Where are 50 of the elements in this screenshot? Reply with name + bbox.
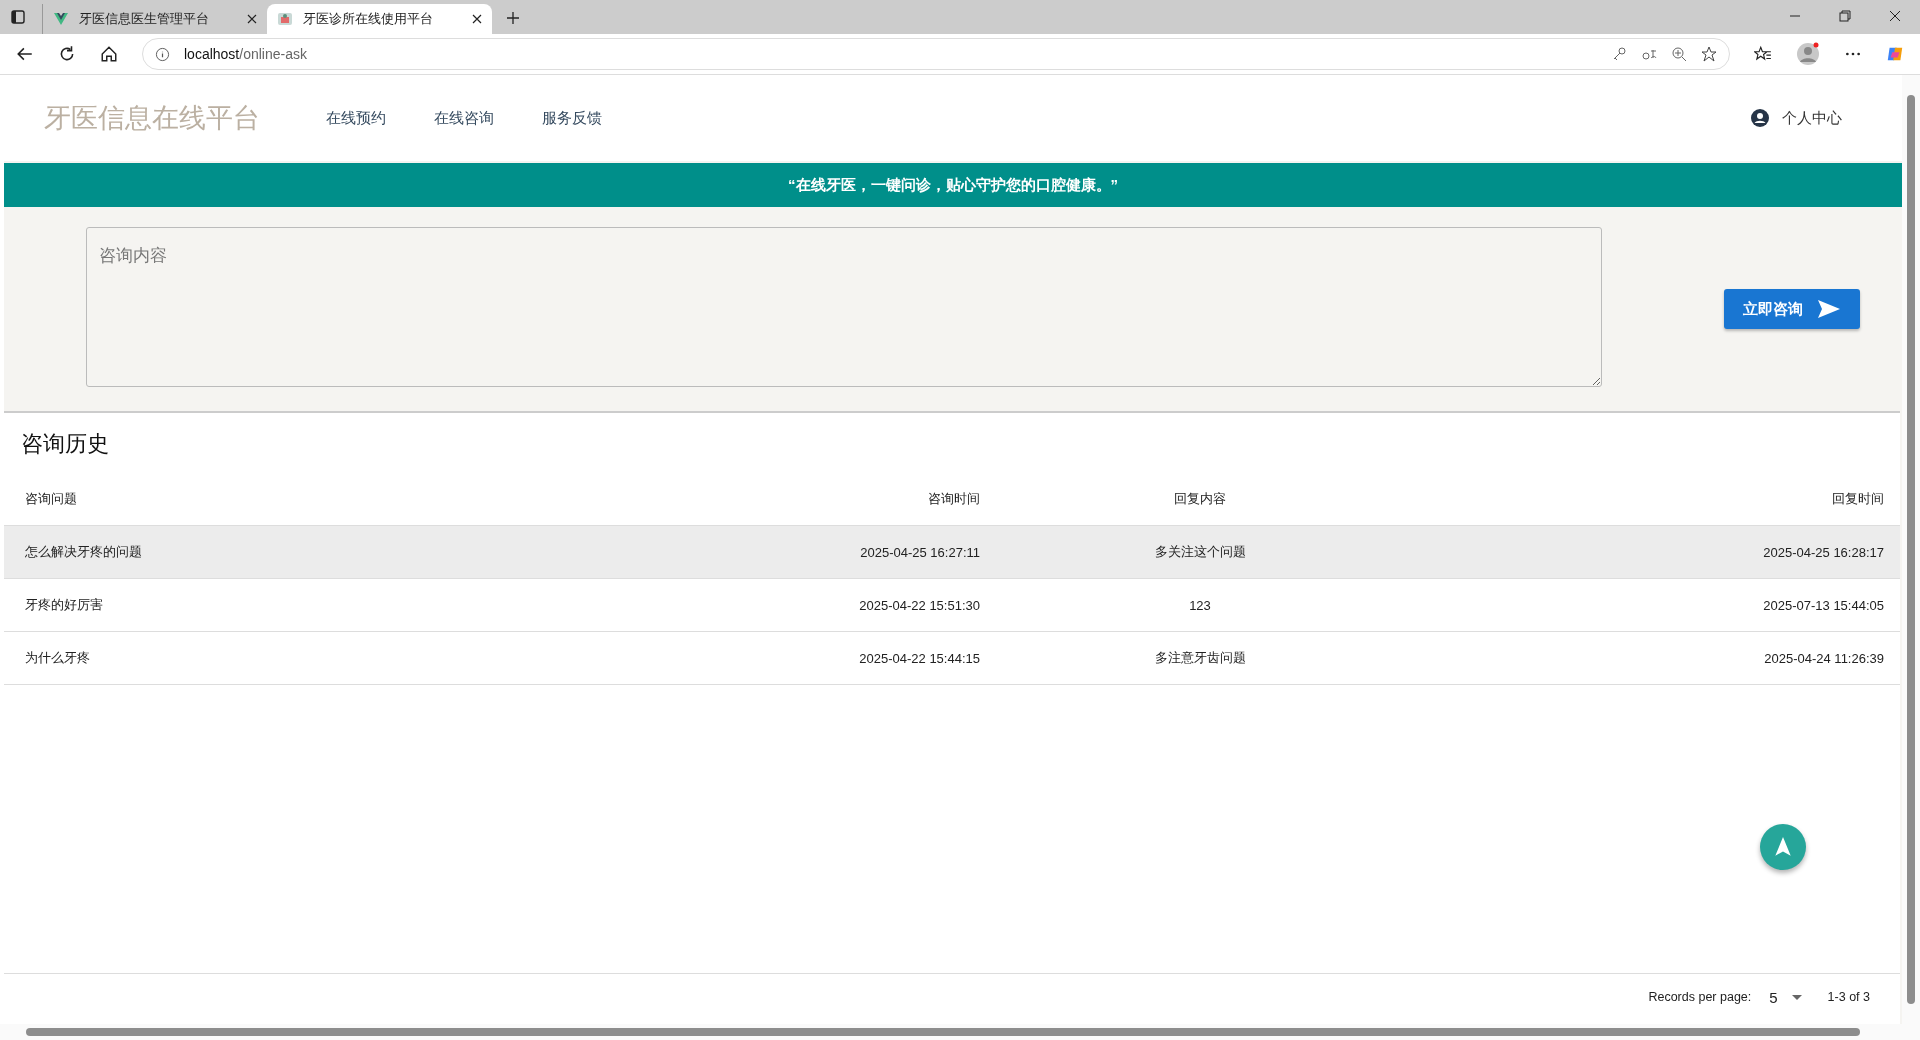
tab-actions-icon[interactable] xyxy=(10,9,26,25)
slogan-text: “在线牙医，一键问诊，贴心守护您的口腔健康。” xyxy=(788,175,1118,195)
v-logo-icon xyxy=(53,11,69,27)
key-icon[interactable] xyxy=(1611,46,1627,62)
nav-link[interactable]: 服务反馈 xyxy=(542,108,602,128)
table-cell: 123 xyxy=(1189,597,1211,613)
user-icon[interactable] xyxy=(1750,108,1770,128)
table-cell: 多关注这个问题 xyxy=(1154,543,1246,561)
per-page-label: Records per page: xyxy=(1648,990,1752,1004)
column-header: 咨询问题 xyxy=(25,490,78,508)
table-cell: 2025-04-24 11:26:39 xyxy=(1764,650,1884,666)
info-icon xyxy=(155,46,170,62)
vertical-scrollbar[interactable] xyxy=(1902,75,1920,1024)
column-header: 回复内容 xyxy=(1174,490,1226,508)
per-page-select[interactable]: 5 xyxy=(1769,988,1802,1006)
consult-button[interactable]: 立即咨询 xyxy=(1724,289,1860,329)
close-icon[interactable] xyxy=(472,14,482,24)
table-cell: 2025-04-25 16:28:17 xyxy=(1763,544,1884,560)
arrow-up-icon xyxy=(1772,836,1794,858)
table-row[interactable]: 怎么解决牙疼的问题 2025-04-25 16:27:11 多关注这个问题 2025-04-25 16:28:17 xyxy=(4,526,1900,579)
table-cell-text: 牙疼的好厉害 xyxy=(25,596,104,614)
nav-link[interactable]: 在线预约 xyxy=(326,108,386,128)
horizontal-scrollbar[interactable] xyxy=(0,1024,1920,1040)
table-cell: 2025-04-25 16:27:11 xyxy=(860,544,980,560)
url-text: localhost/online-ask xyxy=(184,46,307,62)
table-cell: 2025-04-22 15:44:15 xyxy=(859,650,980,666)
restore-icon[interactable] xyxy=(1839,10,1851,22)
consult-input[interactable]: 咨询内容 xyxy=(86,227,1602,387)
user-center-link[interactable]: 个人中心 xyxy=(1782,108,1842,128)
table-row[interactable]: 牙疼的好厉害 2025-04-22 15:51:30 123 2025-07-13 15:44:05 xyxy=(4,579,1900,632)
clinic-icon xyxy=(277,11,293,27)
send-icon xyxy=(1817,299,1841,319)
table-cell: 2025-07-13 15:44:05 xyxy=(1763,597,1884,613)
star-icon[interactable] xyxy=(1701,46,1717,62)
table-row[interactable]: 为什么牙疼 2025-04-22 15:44:15 多注意牙齿问题 2025-04-24 11:26:39 xyxy=(4,632,1900,685)
close-icon[interactable] xyxy=(1889,10,1901,22)
nav-link[interactable]: 在线咨询 xyxy=(434,108,494,128)
table-cell-text: 为什么牙疼 xyxy=(25,649,91,667)
close-icon[interactable] xyxy=(247,14,257,24)
table-cell: 2025-04-22 15:51:30 xyxy=(859,597,980,613)
table-cell-text: 怎么解决牙疼的问题 xyxy=(25,543,143,561)
column-header: 回复时间 xyxy=(1832,490,1884,508)
zoom-icon[interactable] xyxy=(1671,46,1687,62)
browser-tab[interactable]: 牙医诊所在线使用平台 xyxy=(267,4,492,34)
table-cell: 多注意牙齿问题 xyxy=(1154,649,1246,667)
page-range: 1-3 of 3 xyxy=(1827,990,1870,1004)
column-header: 咨询时间 xyxy=(928,490,980,508)
history-title: 咨询历史 xyxy=(21,430,110,458)
caret-icon xyxy=(1791,994,1802,1000)
new-tab-icon[interactable] xyxy=(506,11,520,25)
